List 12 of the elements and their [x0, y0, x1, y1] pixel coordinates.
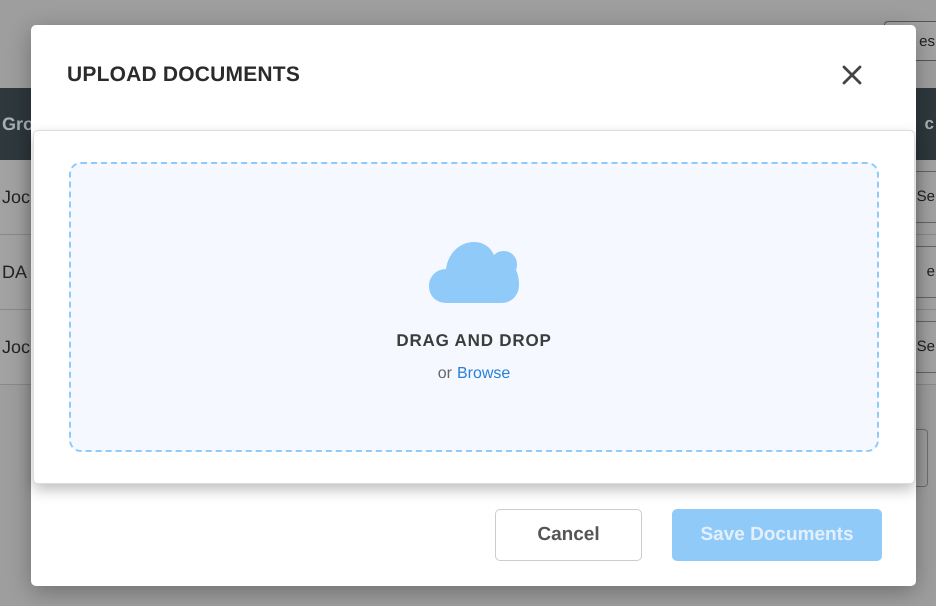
browse-link[interactable]: Browse — [456, 365, 510, 383]
drop-hint: or — [438, 365, 452, 383]
table-cell-text: Joc — [1, 336, 30, 358]
drop-zone[interactable]: DRAG AND DROP or Browse — [69, 162, 879, 452]
drop-heading: DRAG AND DROP — [396, 331, 552, 351]
dialog-title: UPLOAD DOCUMENTS — [67, 63, 300, 87]
cancel-button[interactable]: Cancel — [495, 509, 642, 561]
table-cell-text: DA — [1, 262, 28, 282]
close-icon[interactable] — [842, 65, 862, 85]
table-cell-text: Joc — [1, 186, 30, 208]
cloud-icon — [429, 241, 519, 305]
column-header: c — [924, 114, 935, 134]
